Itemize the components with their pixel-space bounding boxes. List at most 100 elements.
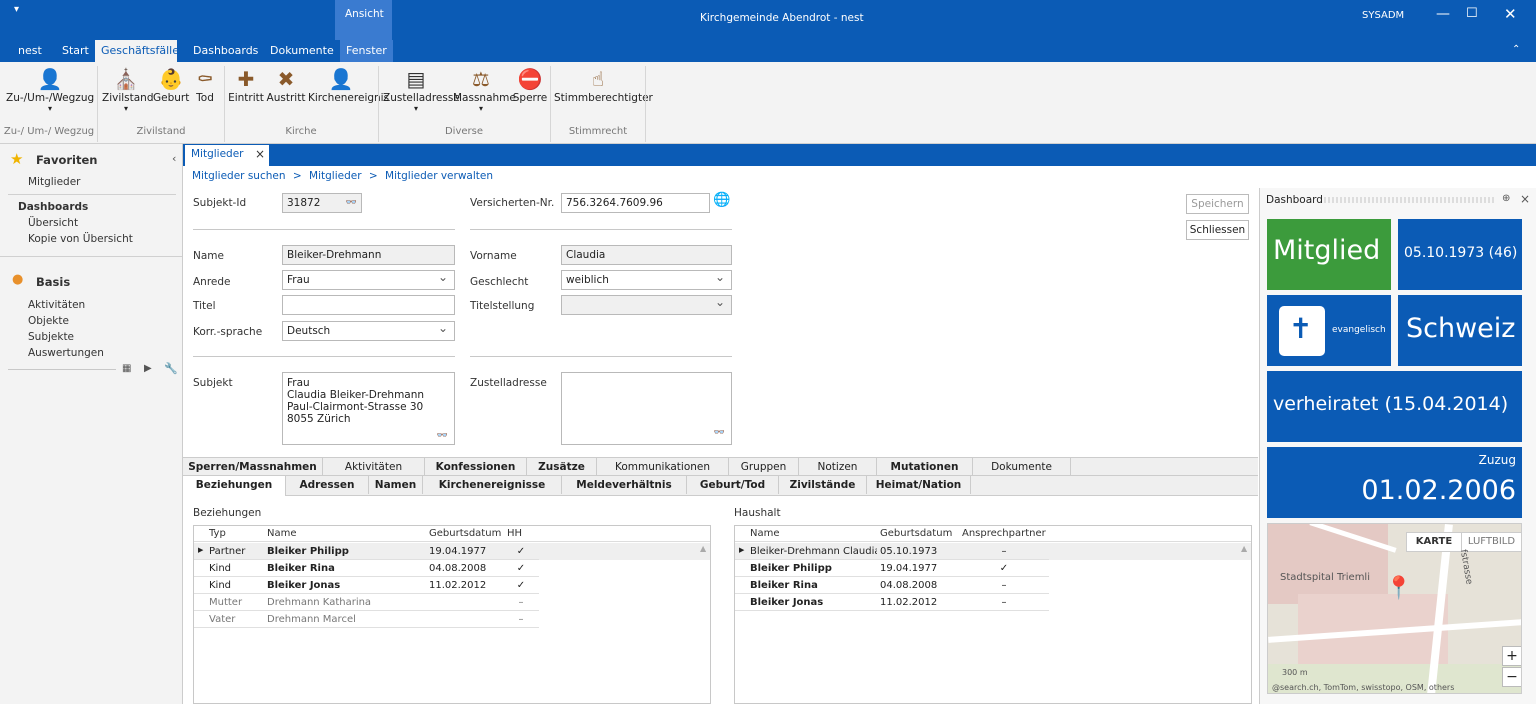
tab-mitglieder[interactable]: Mitglieder × bbox=[185, 145, 269, 166]
table-row[interactable]: Mutter Drehmann Katharina – bbox=[194, 594, 710, 611]
column-header[interactable]: Name bbox=[264, 526, 426, 542]
nav-item-subjekte[interactable]: Subjekte bbox=[28, 331, 74, 343]
tab-gruppen[interactable]: Gruppen bbox=[729, 458, 799, 476]
zustelladresse-box[interactable]: 👓 bbox=[561, 372, 732, 445]
column-header[interactable]: Geburtsdatum bbox=[877, 526, 959, 542]
binoculars-icon[interactable]: 👓 bbox=[714, 424, 725, 442]
wrench-icon[interactable]: 🔧 bbox=[164, 362, 178, 375]
kirchenereignis-button[interactable]: 👤 Kirchenereignis bbox=[308, 66, 389, 104]
massnahme-button[interactable]: ⚖ Massnahme ▾ bbox=[453, 66, 516, 113]
tab-notizen[interactable]: Notizen bbox=[799, 458, 877, 476]
subjekt-address-box[interactable]: Frau Claudia Bleiker-Drehmann Paul-Clair… bbox=[282, 372, 455, 445]
column-header[interactable]: Name bbox=[747, 526, 877, 542]
stimmberechtigter-button[interactable]: ☝ Stimmberechtigter bbox=[554, 66, 653, 104]
quick-access-icon[interactable]: ▾ bbox=[14, 4, 19, 15]
nav-item-mitglieder[interactable]: Mitglieder bbox=[28, 176, 81, 188]
name-field[interactable]: Bleiker-Drehmann bbox=[282, 245, 455, 265]
nav-item-kopie-uebersicht[interactable]: Kopie von Übersicht bbox=[28, 233, 133, 245]
table-row[interactable]: Bleiker Philipp 19.04.1977 ✓ bbox=[735, 560, 1251, 577]
vorname-field[interactable]: Claudia bbox=[561, 245, 732, 265]
play-icon[interactable]: ▶ bbox=[144, 363, 152, 374]
tab-mutationen[interactable]: Mutationen bbox=[877, 458, 973, 476]
zustelladresse-button[interactable]: ▤ Zustelladresse ▾ bbox=[383, 66, 460, 113]
table-row[interactable]: Kind Bleiker Jonas 11.02.2012 ✓ bbox=[194, 577, 710, 594]
menu-tab-dashboards[interactable]: Dashboards bbox=[187, 40, 264, 62]
table-row[interactable]: ▶ Partner Bleiker Philipp 19.04.1977 ✓ bbox=[194, 543, 710, 560]
geschlecht-select[interactable]: weiblich bbox=[561, 268, 732, 290]
table-row[interactable]: Vater Drehmann Marcel – bbox=[194, 611, 710, 628]
tab-zivilstaende[interactable]: Zivilstände bbox=[779, 476, 867, 494]
titelstellung-select[interactable] bbox=[561, 293, 732, 315]
nav-item-auswertungen[interactable]: Auswertungen bbox=[28, 347, 104, 359]
sperre-button[interactable]: ⛔ Sperre bbox=[512, 66, 548, 104]
column-header[interactable]: Geburtsdatum bbox=[426, 526, 504, 542]
eintritt-button[interactable]: ✚ Eintritt bbox=[228, 66, 264, 104]
table-row[interactable]: Bleiker Rina 04.08.2008 – bbox=[735, 577, 1251, 594]
scroll-up-icon[interactable]: ▲ bbox=[700, 544, 706, 553]
close-panel-icon[interactable]: × bbox=[1520, 192, 1530, 206]
breadcrumb-mitglieder-suchen[interactable]: Mitglieder suchen bbox=[192, 170, 286, 182]
tab-beziehungen[interactable]: Beziehungen bbox=[183, 476, 286, 496]
tab-aktivitaeten[interactable]: Aktivitäten bbox=[323, 458, 425, 476]
context-tab-ansicht[interactable]: Ansicht bbox=[335, 0, 392, 40]
tab-zusaetze[interactable]: Zusätze bbox=[527, 458, 597, 476]
globe-search-icon[interactable]: 🌐 bbox=[713, 192, 730, 208]
table-row[interactable]: ▶ Bleiker-Drehmann Claudia 05.10.1973 – bbox=[735, 543, 1251, 560]
tab-namen[interactable]: Namen bbox=[369, 476, 423, 494]
zoom-in-button[interactable]: + bbox=[1502, 646, 1521, 666]
tod-button[interactable]: ⚰ Tod bbox=[192, 66, 218, 104]
breadcrumb-mitglieder[interactable]: Mitglieder bbox=[309, 170, 362, 182]
column-header[interactable]: Typ bbox=[206, 526, 264, 542]
map-view[interactable]: KARTE LUFTBILD Stadtspital Triemli fstra… bbox=[1267, 523, 1522, 694]
versicherten-nr-field[interactable]: 756.3264.7609.96 bbox=[561, 193, 710, 213]
zivilstand-button[interactable]: ⛪ Zivilstand ▾ bbox=[102, 66, 154, 113]
menu-tab-start[interactable]: Start bbox=[56, 40, 95, 62]
save-button[interactable]: Speichern bbox=[1186, 194, 1249, 214]
nav-item-aktivitaeten[interactable]: Aktivitäten bbox=[28, 299, 85, 311]
scroll-up-icon[interactable]: ▲ bbox=[1241, 544, 1247, 553]
tab-dokumente[interactable]: Dokumente bbox=[973, 458, 1071, 476]
menu-tab-dokumente[interactable]: Dokumente bbox=[264, 40, 340, 62]
titel-field[interactable] bbox=[282, 295, 455, 315]
menu-tab-geschaeftsfaelle[interactable]: Geschäftsfälle bbox=[95, 40, 179, 62]
subjekt-id-field[interactable]: 31872 👓 bbox=[282, 193, 362, 213]
tab-adressen[interactable]: Adressen bbox=[286, 476, 369, 494]
tab-heimat-nation[interactable]: Heimat/Nation bbox=[867, 476, 971, 494]
nav-item-objekte[interactable]: Objekte bbox=[28, 315, 69, 327]
korr-sprache-select[interactable]: Deutsch bbox=[282, 319, 455, 341]
zoom-out-button[interactable]: − bbox=[1502, 667, 1521, 687]
user-label[interactable]: SYSADM bbox=[1362, 10, 1404, 21]
menu-tab-fenster[interactable]: Fenster bbox=[340, 40, 393, 62]
binoculars-icon[interactable]: 👓 bbox=[346, 194, 357, 212]
tab-geburt-tod[interactable]: Geburt/Tod bbox=[687, 476, 779, 494]
close-tab-icon[interactable]: × bbox=[255, 147, 265, 161]
geburt-button[interactable]: 👶 Geburt bbox=[153, 66, 189, 104]
tab-kommunikationen[interactable]: Kommunikationen bbox=[597, 458, 729, 476]
minimize-icon[interactable]: — bbox=[1436, 6, 1450, 22]
austritt-button[interactable]: ✖ Austritt bbox=[266, 66, 306, 104]
aerial-mode-button[interactable]: LUFTBILD bbox=[1461, 533, 1521, 551]
tab-kirchenereignisse[interactable]: Kirchenereignisse bbox=[423, 476, 562, 494]
pin-icon[interactable]: ⊕ bbox=[1502, 193, 1510, 204]
binoculars-icon[interactable]: 👓 bbox=[437, 430, 448, 442]
grid-icon[interactable]: ▦ bbox=[122, 363, 131, 374]
breadcrumb-mitglieder-verwalten[interactable]: Mitglieder verwalten bbox=[385, 170, 493, 182]
close-icon[interactable]: ✕ bbox=[1504, 5, 1517, 23]
maximize-icon[interactable]: ☐ bbox=[1466, 6, 1478, 21]
column-header[interactable]: HH bbox=[504, 526, 538, 542]
nav-item-uebersicht[interactable]: Übersicht bbox=[28, 217, 78, 229]
table-row[interactable]: Bleiker Jonas 11.02.2012 – bbox=[735, 594, 1251, 611]
menu-tab-nest[interactable]: nest bbox=[12, 40, 48, 62]
collapse-pane-icon[interactable]: ‹ bbox=[172, 152, 176, 165]
zu-um-wegzug-button[interactable]: 👤 Zu-/Um-/Wegzug ▾ bbox=[6, 66, 94, 113]
tab-sperren-massnahmen[interactable]: Sperren/Massnahmen bbox=[183, 458, 323, 476]
close-button[interactable]: Schliessen bbox=[1186, 220, 1249, 240]
tab-konfessionen[interactable]: Konfessionen bbox=[425, 458, 527, 476]
collapse-ribbon-icon[interactable]: ⌃ bbox=[1512, 44, 1520, 55]
column-header[interactable]: Ansprechpartner bbox=[959, 526, 1049, 542]
location-pin-icon[interactable]: 📍 bbox=[1385, 576, 1412, 601]
tab-meldeverhaeltnis[interactable]: Meldeverhältnis bbox=[562, 476, 687, 494]
anrede-select[interactable]: Frau bbox=[282, 268, 455, 290]
map-mode-button[interactable]: KARTE bbox=[1407, 533, 1461, 551]
table-row[interactable]: Kind Bleiker Rina 04.08.2008 ✓ bbox=[194, 560, 710, 577]
